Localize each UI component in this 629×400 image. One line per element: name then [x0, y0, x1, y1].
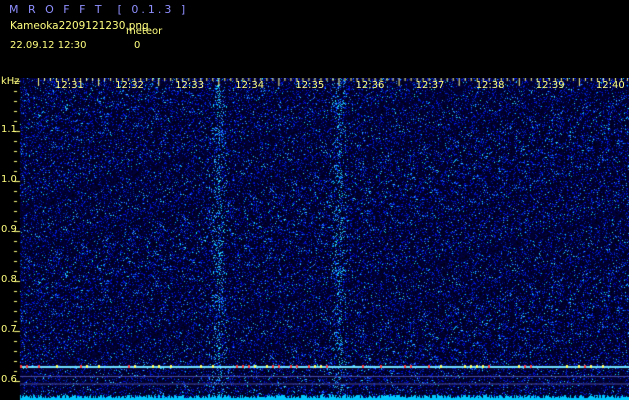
x-tick-label: 12:39: [535, 80, 565, 91]
x-tick-label: 12:37: [415, 80, 445, 91]
y-tick-label: 0.8: [1, 274, 17, 285]
y-tick-label: 1.0: [1, 174, 17, 185]
x-tick-label: 12:40: [595, 80, 625, 91]
meteor-label: meteor: [126, 26, 163, 37]
y-tick-label: 0.9: [1, 224, 17, 235]
y-tick-label: 0.7: [1, 324, 17, 335]
spectrogram: [0, 78, 629, 400]
y-axis-unit: kHz: [1, 76, 20, 87]
timestamp: 22.09.12 12:30: [10, 40, 87, 51]
x-tick-label: 12:33: [175, 80, 205, 91]
y-tick-label: 0.6: [1, 374, 17, 385]
x-tick-label: 12:34: [235, 80, 265, 91]
app-title: M R O F F T [ 0.1.3 ]: [9, 3, 189, 16]
x-tick-label: 12:36: [355, 80, 385, 91]
meteor-count: 0: [134, 40, 141, 51]
header-panel: M R O F F T [ 0.1.3 ] Kameoka2209121230.…: [0, 0, 629, 78]
y-tick-label: 1.1: [1, 124, 17, 135]
x-tick-label: 12:35: [295, 80, 325, 91]
x-tick-label: 12:38: [475, 80, 505, 91]
x-tick-label: 12:32: [115, 80, 144, 91]
x-tick-label: 12:31: [55, 80, 84, 91]
